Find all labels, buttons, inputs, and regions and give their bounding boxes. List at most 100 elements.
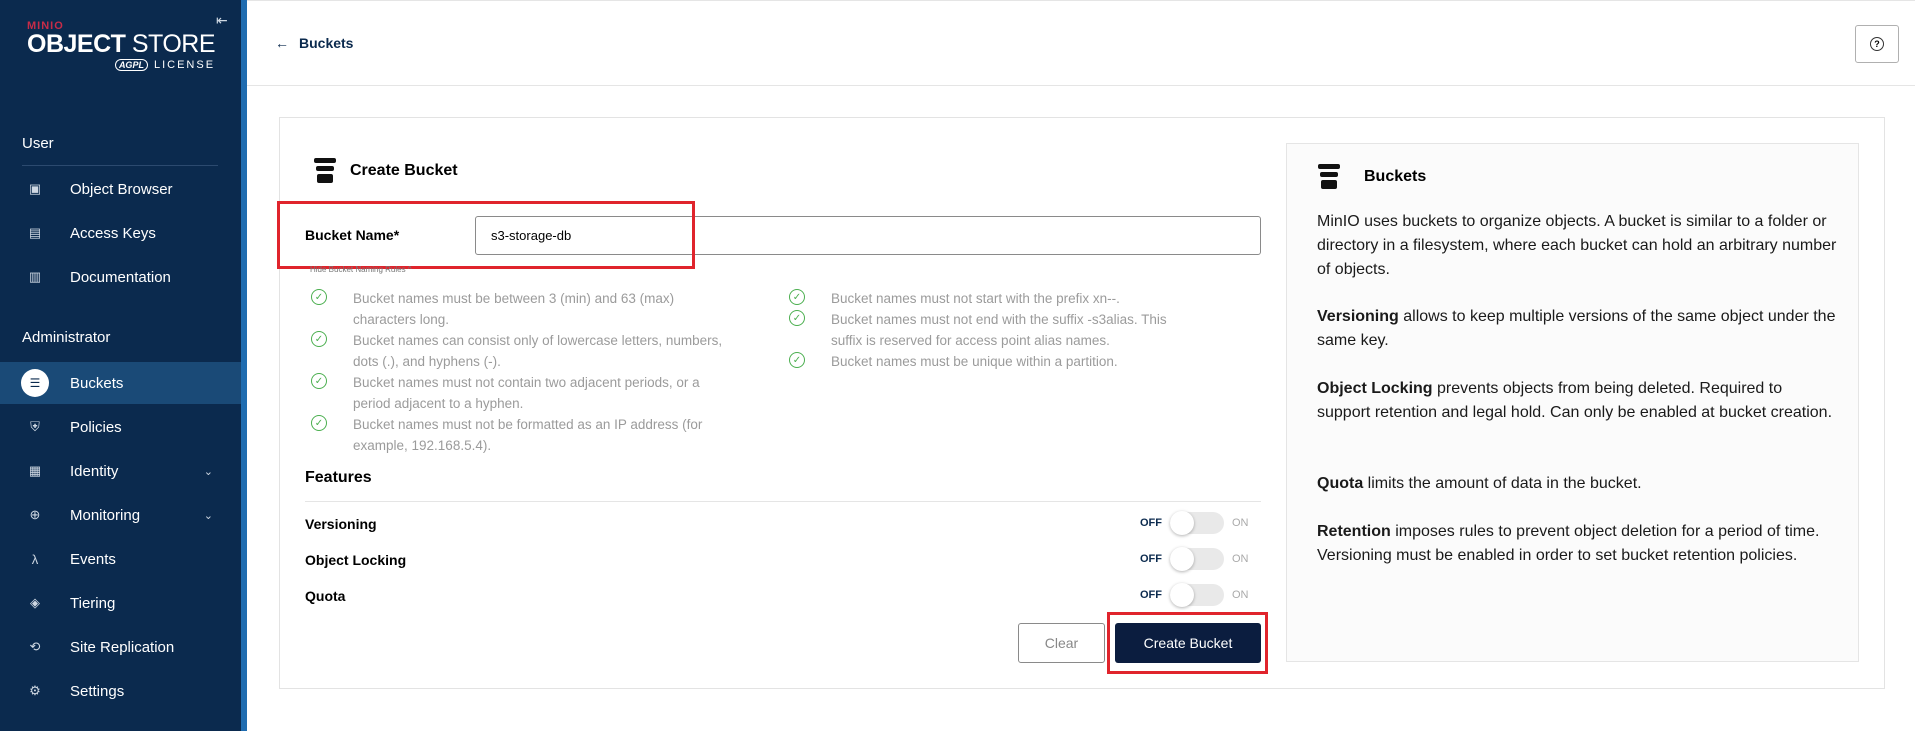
chevron-down-icon[interactable]: ⌄ [204, 509, 213, 522]
check-circle-icon: ✓ [311, 415, 327, 431]
naming-rule: ✓ Bucket names must be unique within a p… [789, 351, 1201, 372]
quota-label: Quota [305, 588, 346, 604]
bucket-name-label: Bucket Name* [305, 227, 400, 243]
policies-icon: ⛨ [30, 419, 40, 434]
help-button[interactable]: ? [1855, 25, 1899, 63]
rule-text: Bucket names must not contain two adjace… [353, 375, 700, 411]
monitoring-icon: ⊕ [29, 507, 41, 522]
events-icon: λ [31, 551, 39, 567]
sidebar-item-monitoring[interactable]: ⊕ Monitoring ⌄ [0, 494, 241, 536]
check-circle-icon: ✓ [311, 289, 327, 305]
check-circle-icon: ✓ [311, 373, 327, 389]
rule-text: Bucket names must not be formatted as an… [353, 417, 703, 453]
help-intro-paragraph: MinIO uses buckets to organize objects. … [1317, 213, 1837, 278]
logo-product-rest: STORE [131, 30, 216, 58]
object-locking-switch[interactable] [1170, 547, 1224, 571]
minio-logo: MINIO OBJECT STORE AGPL LICENSE [27, 20, 216, 71]
collapse-sidebar-icon[interactable]: ⇤ [216, 12, 228, 29]
logo-license: AGPL LICENSE [27, 59, 215, 71]
clear-button[interactable]: Clear [1018, 623, 1105, 663]
help-quota-paragraph: Quota limits the amount of data in the b… [1317, 472, 1837, 496]
object-browser-icon: ▣ [28, 181, 42, 196]
toggle-off-label: OFF [1140, 553, 1162, 565]
switch-knob [1170, 583, 1194, 607]
sidebar-edge [241, 0, 247, 731]
help-panel-title-text: Buckets [1364, 168, 1427, 185]
logo-product-bold: OBJECT [27, 30, 126, 58]
form-title-text: Create Bucket [350, 162, 458, 179]
sidebar-item-policies[interactable]: ⛨ Policies [0, 406, 241, 448]
help-term: Retention [1317, 523, 1391, 540]
naming-rule: ✓ Bucket names must be between 3 (min) a… [311, 288, 723, 330]
quota-switch[interactable] [1170, 583, 1224, 607]
site-replication-icon: ⟲ [29, 639, 41, 654]
create-bucket-button[interactable]: Create Bucket [1115, 623, 1261, 663]
help-term: Object Locking [1317, 380, 1433, 397]
sidebar-item-settings[interactable]: ⚙ Settings [0, 670, 241, 712]
back-to-buckets-link[interactable]: ← Buckets [275, 35, 353, 51]
help-locking-paragraph: Object Locking prevents objects from bei… [1317, 377, 1837, 425]
rule-text: Bucket names can consist only of lowerca… [353, 333, 723, 369]
versioning-toggle-group: OFF ON [1140, 511, 1249, 535]
chevron-down-icon[interactable]: ⌄ [204, 465, 213, 478]
buckets-help-panel: Buckets MinIO uses buckets to organize o… [1286, 143, 1859, 662]
check-circle-icon: ✓ [789, 352, 805, 368]
quota-toggle-group: OFF ON [1140, 583, 1249, 607]
access-keys-icon: ▤ [28, 225, 42, 240]
sidebar-item-site-replication[interactable]: ⟲ Site Replication [0, 626, 241, 668]
naming-rule: ✓ Bucket names must not start with the p… [789, 288, 1201, 309]
rule-text: Bucket names must be unique within a par… [831, 354, 1118, 369]
help-panel-title: Buckets [1318, 164, 1426, 190]
hide-naming-rules-toggle[interactable]: Hide Bucket Naming Rules ^ [310, 265, 412, 274]
check-circle-icon: ✓ [789, 289, 805, 305]
user-section-divider [22, 165, 218, 166]
sidebar-item-label: Events [70, 550, 116, 568]
sidebar-item-identity[interactable]: ▦ Identity ⌄ [0, 450, 241, 492]
naming-rule: ✓ Bucket names must not end with the suf… [789, 309, 1201, 351]
license-text: LICENSE [153, 59, 216, 71]
rule-text: Bucket names must be between 3 (min) and… [353, 291, 675, 327]
toggle-on-label: ON [1232, 553, 1249, 565]
switch-knob [1170, 547, 1194, 571]
object-locking-label: Object Locking [305, 552, 407, 568]
logo-product: OBJECT STORE [27, 30, 216, 59]
sidebar-item-label: Documentation [70, 268, 171, 286]
settings-icon: ⚙ [29, 683, 41, 698]
sidebar-item-label: Identity [70, 462, 119, 480]
sidebar-item-tiering[interactable]: ◈ Tiering [0, 582, 241, 624]
help-icon: ? [1870, 37, 1884, 51]
features-divider [305, 501, 1261, 502]
check-circle-icon: ✓ [789, 310, 805, 326]
sidebar: MINIO OBJECT STORE AGPL LICENSE ⇤ User ▣ … [0, 0, 247, 731]
help-term: Quota [1317, 475, 1364, 492]
sidebar-item-access-keys[interactable]: ▤ Access Keys [0, 212, 241, 254]
identity-icon: ▦ [28, 463, 42, 478]
help-text: limits the amount of data in the bucket. [1363, 475, 1642, 492]
agpl-badge: AGPL [114, 59, 148, 71]
object-locking-toggle-group: OFF ON [1140, 547, 1249, 571]
back-arrow-icon: ← [275, 35, 289, 51]
naming-rule: ✓ Bucket names can consist only of lower… [311, 330, 723, 372]
sidebar-item-buckets[interactable]: ☰ Buckets [0, 362, 241, 404]
sidebar-item-label: Site Replication [70, 638, 175, 656]
bucket-icon [314, 158, 336, 184]
user-section-title: User [22, 135, 54, 152]
help-term: Versioning [1317, 308, 1399, 325]
rule-text: Bucket names must not start with the pre… [831, 291, 1120, 306]
admin-section-title: Administrator [22, 329, 111, 346]
check-circle-icon: ✓ [311, 331, 327, 347]
sidebar-item-events[interactable]: λ Events [0, 538, 241, 580]
help-text: imposes rules to prevent object deletion… [1317, 523, 1820, 564]
help-retention-paragraph: Retention imposes rules to prevent objec… [1317, 520, 1837, 568]
bucket-icon [1318, 164, 1340, 190]
sidebar-item-object-browser[interactable]: ▣ Object Browser [0, 168, 241, 210]
toggle-on-label: ON [1232, 517, 1249, 529]
tiering-icon: ◈ [30, 595, 40, 610]
versioning-label: Versioning [305, 516, 377, 532]
sidebar-item-label: Policies [70, 418, 122, 436]
bucket-name-input[interactable] [475, 216, 1261, 255]
sidebar-item-documentation[interactable]: ▥ Documentation [0, 256, 241, 298]
help-versioning-paragraph: Versioning allows to keep multiple versi… [1317, 305, 1837, 353]
versioning-switch[interactable] [1170, 511, 1224, 535]
sidebar-item-label: Object Browser [70, 180, 173, 198]
